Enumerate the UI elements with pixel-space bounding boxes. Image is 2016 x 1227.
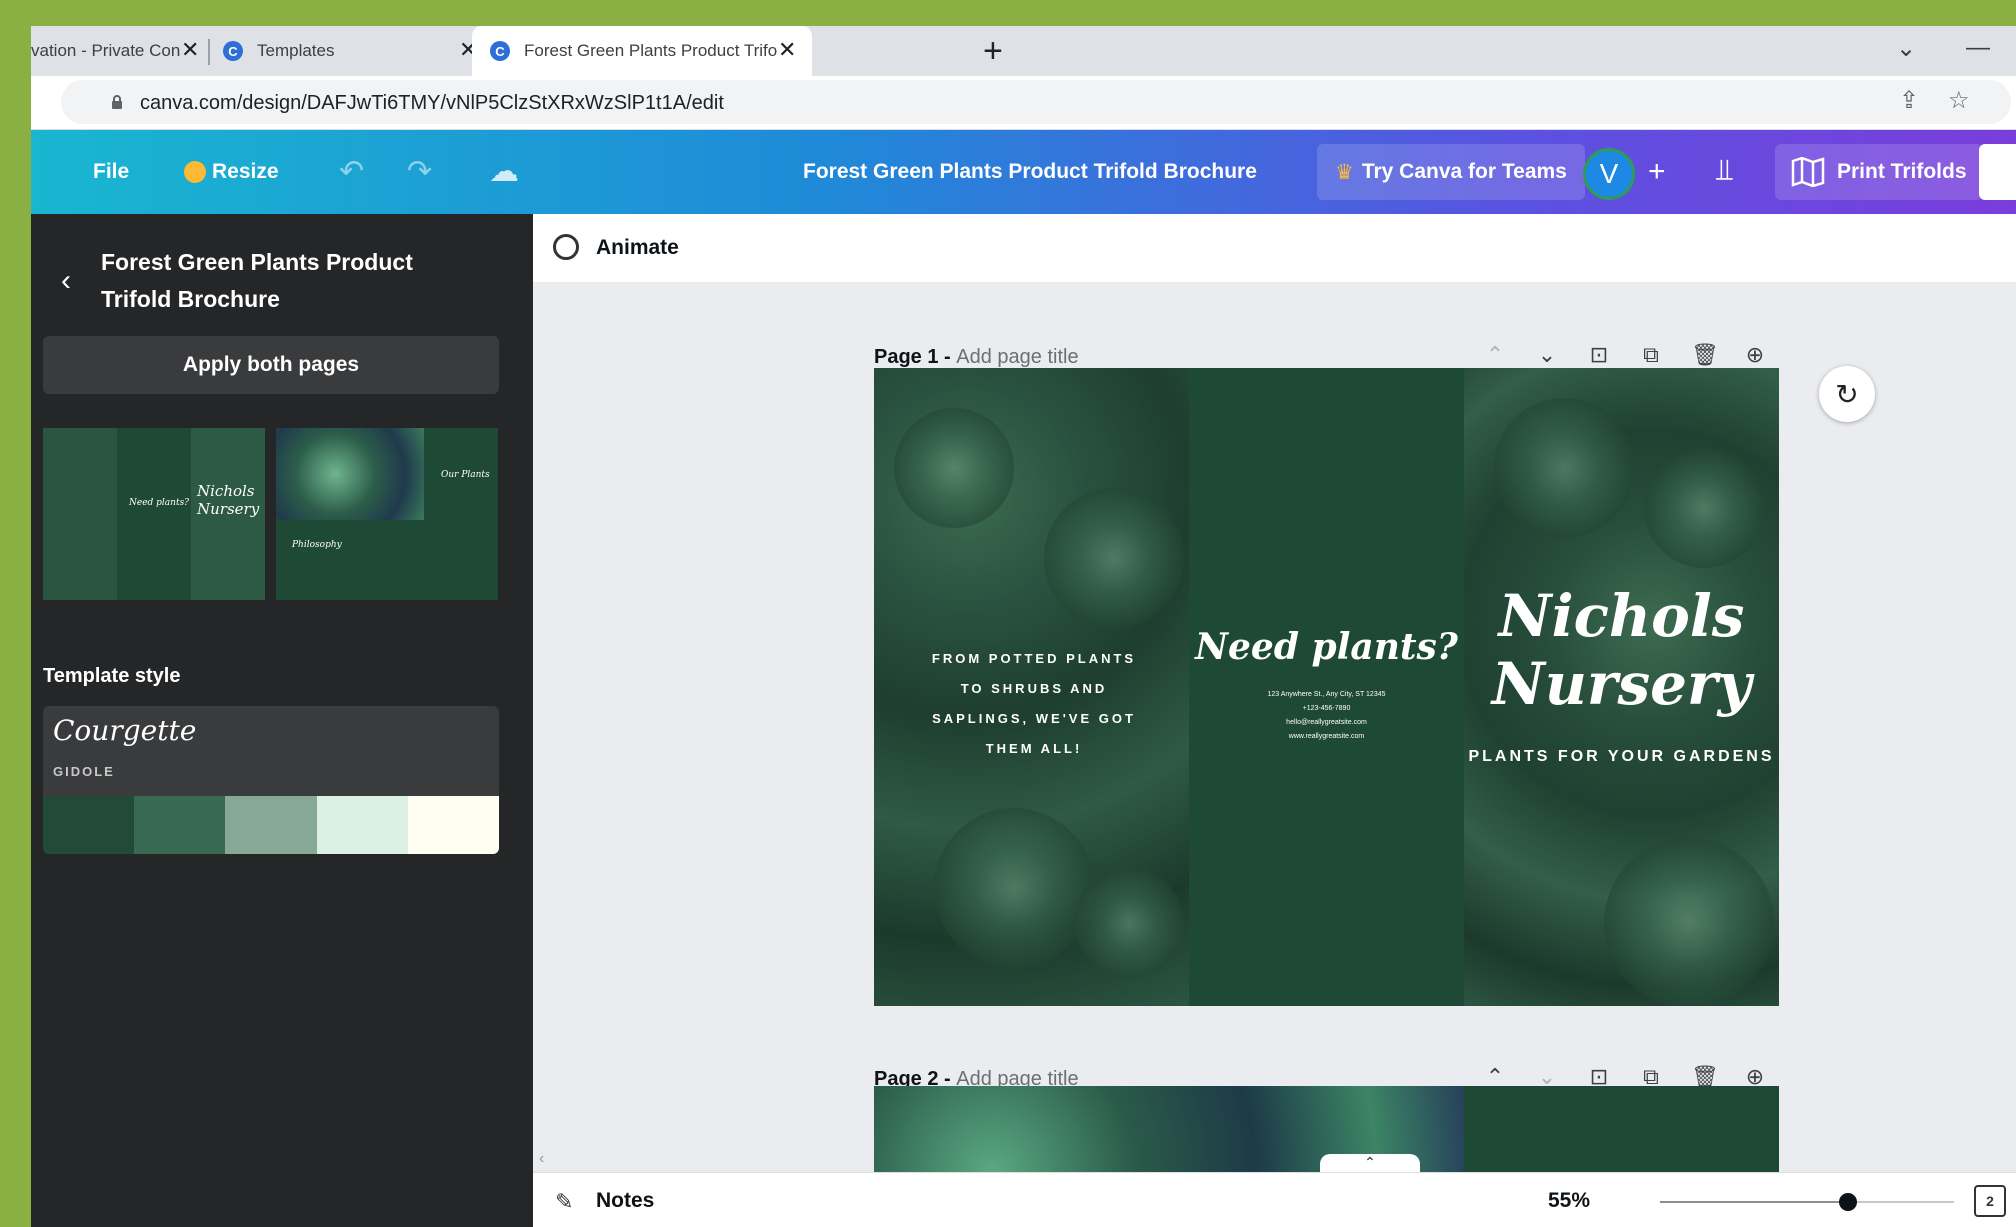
brochure-right-panel[interactable]: Nichols Nursery PLANTS FOR YOUR GARDENS xyxy=(1464,368,1779,1006)
canva-favicon-icon: C xyxy=(490,41,510,61)
canva-top-bar: File Resize ↶ ↷ ☁ Forest Green Plants Pr… xyxy=(31,130,2016,214)
panel-template-title: Forest Green Plants Product Trifold Broc… xyxy=(101,249,413,312)
omnibox[interactable]: canva.com/design/DAFJwTi6TMY/vNlP5ClzStX… xyxy=(61,80,2011,124)
brochure-subtitle[interactable]: PLANTS FOR YOUR GARDENS xyxy=(1464,744,1779,769)
brochure-contact-info[interactable]: 123 Anywhere St., Any City, ST 12345 +12… xyxy=(1189,688,1464,744)
scroll-left-arrow-icon[interactable]: ‹ xyxy=(539,1150,544,1168)
brochure-tagline[interactable]: FROM POTTED PLANTS TO SHRUBS AND SAPLING… xyxy=(919,644,1149,764)
brochure-page-1[interactable]: FROM POTTED PLANTS TO SHRUBS AND SAPLING… xyxy=(874,368,1779,1006)
editor-canvas-area: Animate Page 1 - Add page title ⌃ ⌄ ⊡ ⧉ … xyxy=(533,214,2016,1227)
back-chevron-icon[interactable]: ‹ xyxy=(61,264,71,298)
document-title[interactable]: Forest Green Plants Product Trifold Broc… xyxy=(803,130,1257,214)
move-down-chevron-icon[interactable]: ⌄ xyxy=(1535,342,1559,368)
new-tab-button[interactable]: + xyxy=(983,32,1003,71)
zoom-slider[interactable] xyxy=(1660,1201,1954,1203)
tab-strip: vation - Private Consulta ✕ C Templates … xyxy=(31,26,2016,76)
succulent-shape xyxy=(1604,838,1774,1006)
style-subfont-name: GIDOLE xyxy=(53,764,115,779)
succulent-shape xyxy=(934,808,1094,968)
url-text: canva.com/design/DAFJwTi6TMY/vNlP5ClzStX… xyxy=(140,92,724,114)
add-member-button[interactable]: + xyxy=(1648,130,1666,214)
page-1-actions: ⌃ ⌄ ⊡ ⧉ 🗑 ⊕ xyxy=(1483,342,1767,368)
template-style-heading: Template style xyxy=(43,665,181,687)
canva-favicon-icon: C xyxy=(223,41,243,61)
design-side-panel: ‹ Forest Green Plants Product Trifold Br… xyxy=(31,214,533,1227)
add-page-icon[interactable]: ⊕ xyxy=(1743,342,1767,368)
lock-icon[interactable]: ⊡ xyxy=(1587,342,1611,368)
lock-icon xyxy=(112,95,122,109)
print-trifolds-button[interactable]: Print Trifolds xyxy=(1775,144,1983,200)
template-style-card[interactable]: Courgette GIDOLE xyxy=(43,706,499,854)
insights-chart-icon[interactable]: ⫫ xyxy=(1716,154,1733,188)
apply-both-pages-button[interactable]: Apply both pages xyxy=(43,336,499,394)
undo-icon[interactable]: ↶ xyxy=(339,154,364,189)
succulent-shape xyxy=(1644,448,1764,568)
address-bar: canva.com/design/DAFJwTi6TMY/vNlP5ClzStX… xyxy=(31,76,2016,130)
color-swatch[interactable] xyxy=(43,796,135,854)
add-page-title-input[interactable]: Add page title xyxy=(956,346,1078,368)
editor-footer: ✎ Notes 55% 2 xyxy=(533,1172,2016,1227)
page-1-label: Page 1 - Add page title xyxy=(874,346,1079,368)
tab-search-chevron-icon[interactable]: ⌄ xyxy=(1896,34,1916,63)
tab-templates[interactable]: C Templates ✕ xyxy=(223,26,477,76)
color-swatch[interactable] xyxy=(134,796,226,854)
zoom-level[interactable]: 55% xyxy=(1548,1189,1590,1213)
avatar[interactable]: V xyxy=(1583,148,1635,200)
redo-icon[interactable]: ↷ xyxy=(407,154,432,189)
brochure-nursery-title[interactable]: Nichols Nursery xyxy=(1464,582,1779,718)
page-grid-button[interactable]: 2 xyxy=(1974,1185,2006,1217)
resize-button[interactable]: Resize xyxy=(184,130,279,214)
brochure-left-panel[interactable]: FROM POTTED PLANTS TO SHRUBS AND SAPLING… xyxy=(874,368,1189,1006)
zoom-slider-fill xyxy=(1660,1201,1848,1203)
try-canva-teams-button[interactable]: ♛ Try Canva for Teams xyxy=(1317,144,1585,200)
succulent-shape xyxy=(1044,488,1184,628)
succulent-shape xyxy=(894,408,1014,528)
share-page-icon[interactable]: ⇪ xyxy=(1899,86,1919,115)
succulent-shape xyxy=(1494,398,1634,538)
brochure-middle-panel[interactable]: Need plants? 123 Anywhere St., Any City,… xyxy=(1189,368,1464,1006)
notes-icon[interactable]: ✎ xyxy=(555,1189,573,1215)
style-font-name: Courgette xyxy=(53,714,197,747)
move-up-chevron-icon[interactable]: ⌃ xyxy=(1483,342,1507,368)
bookmark-star-icon[interactable]: ☆ xyxy=(1948,86,1970,115)
animate-button[interactable]: Animate xyxy=(596,236,679,260)
brochure-need-plants-heading[interactable]: Need plants? xyxy=(1189,626,1464,668)
color-swatch[interactable] xyxy=(316,796,408,854)
minimize-icon[interactable]: — xyxy=(1966,34,1990,62)
tab-forest-green-brochure[interactable]: C Forest Green Plants Product Trifo ✕ xyxy=(472,26,812,76)
browser-window: vation - Private Consulta ✕ C Templates … xyxy=(31,26,2016,1227)
share-button[interactable] xyxy=(1979,144,2016,200)
comment-refresh-icon[interactable]: ↻ xyxy=(1819,366,1875,422)
color-swatch[interactable] xyxy=(225,796,317,854)
succulent-shape xyxy=(1074,868,1184,978)
file-menu[interactable]: File xyxy=(93,130,129,214)
animate-icon[interactable] xyxy=(553,234,579,260)
expand-pages-chevron-icon[interactable]: ⌃ xyxy=(1320,1154,1420,1174)
color-swatch[interactable] xyxy=(407,796,499,854)
template-thumbnail-page-1[interactable]: Need plants? Nichols Nursery xyxy=(43,428,265,600)
crown-icon xyxy=(184,161,206,183)
color-palette xyxy=(43,796,499,854)
map-fold-icon xyxy=(1791,157,1825,187)
cloud-saved-icon[interactable]: ☁ xyxy=(489,154,519,189)
duplicate-page-icon[interactable]: ⧉ xyxy=(1639,342,1663,368)
zoom-slider-handle[interactable] xyxy=(1839,1193,1857,1211)
context-toolbar: Animate xyxy=(533,214,2016,282)
tab-private-consultation[interactable]: vation - Private Consulta ✕ xyxy=(31,26,207,76)
close-tab-icon[interactable]: ✕ xyxy=(181,37,199,63)
tab-divider xyxy=(208,39,210,65)
close-tab-icon[interactable]: ✕ xyxy=(778,37,796,63)
crown-icon: ♛ xyxy=(1335,160,1354,184)
delete-page-icon[interactable]: 🗑 xyxy=(1691,342,1719,368)
notes-button[interactable]: Notes xyxy=(596,1189,654,1213)
template-thumbnail-page-2[interactable]: Our Plants Philosophy xyxy=(276,428,498,600)
